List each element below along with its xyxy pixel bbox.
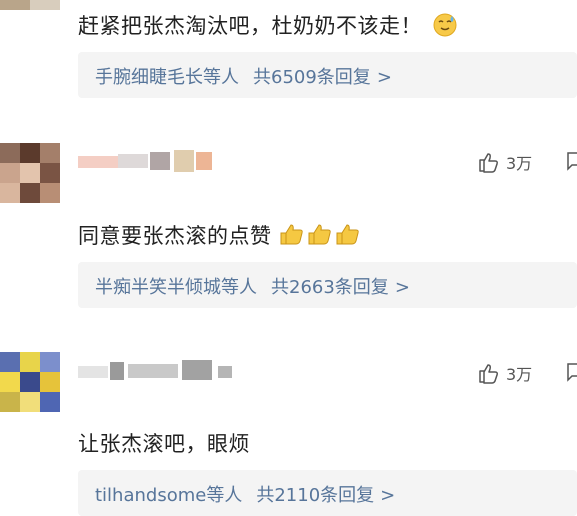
reply-count: 共6509条回复 [253,67,371,88]
avatar[interactable] [0,0,60,10]
thumbs-up-emoji-icon [279,221,363,252]
like-count: 3万 [506,154,533,173]
avatar[interactable] [0,143,60,203]
sweat-smile-icon [433,13,457,42]
reply-names: tilhandsome等人 [95,485,243,506]
reply-summary[interactable]: 半痴半笑半倾城等人 共2663条回复 > [78,262,577,308]
reply-summary[interactable]: tilhandsome等人 共2110条回复 > [78,470,577,516]
reply-count: 共2663条回复 [271,277,389,298]
chevron-right-icon: > [394,277,410,298]
reply-names: 手腕细睫毛长等人 [95,67,239,88]
username-blurred[interactable] [78,360,238,390]
reply-names: 半痴半笑半倾城等人 [95,277,257,298]
like-button[interactable]: 3万 [478,150,532,174]
comment-text: 赶紧把张杰淘汰吧，杜奶奶不该走！ [78,10,457,42]
reply-summary[interactable]: 手腕细睫毛长等人 共6509条回复 > [78,52,577,98]
like-button[interactable]: 3万 [478,361,532,385]
comment-text: 同意要张杰滚的点赞 [78,220,363,252]
more-icon[interactable] [566,361,577,387]
chevron-right-icon: > [376,67,392,88]
username-blurred[interactable] [78,150,218,180]
reply-count: 共2110条回复 [256,485,375,506]
comment-text: 让张杰滚吧，眼烦 [78,432,250,456]
like-count: 3万 [506,365,533,384]
thumbs-up-icon [479,153,498,173]
more-icon[interactable] [566,150,577,176]
avatar[interactable] [0,352,60,412]
chevron-right-icon: > [380,485,396,506]
thumbs-up-icon [479,364,498,384]
